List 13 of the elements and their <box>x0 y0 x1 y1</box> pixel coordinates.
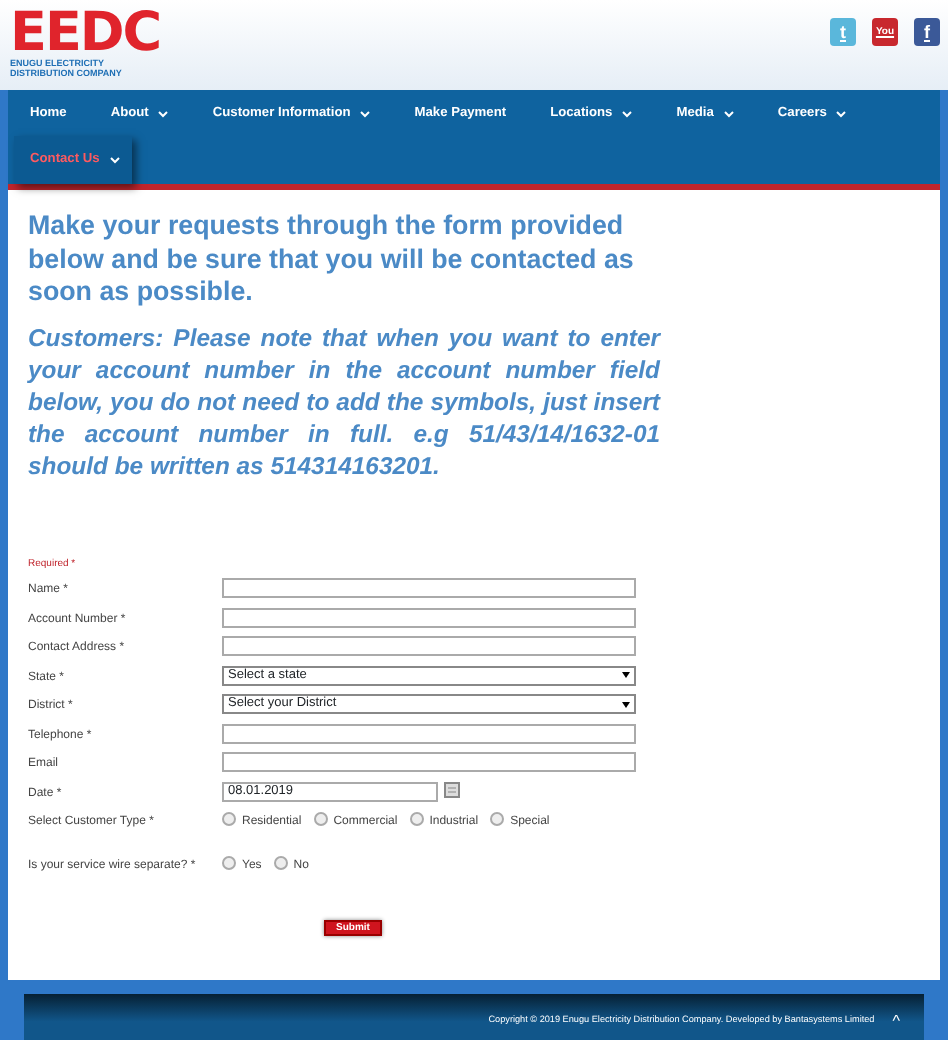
input-field[interactable] <box>222 752 636 772</box>
notice-text: Customers: Please note that when you want to enter your account number in the account number field below, you do not need to add the symbols, just insert the account number in full. e.g 51/43/14/1632-01 should be written as 514314163201. <box>28 321 660 481</box>
dropdown-arrow-icon <box>622 672 630 678</box>
input-field[interactable] <box>222 723 636 743</box>
input-field[interactable] <box>222 607 636 627</box>
intro-text: Make your requests through the form provided below and be sure that you will be contacted as soon as possible. <box>28 210 636 309</box>
calendar-icon[interactable] <box>444 781 460 797</box>
input-field[interactable] <box>222 636 636 656</box>
social-link[interactable]: f <box>914 18 940 46</box>
dropdown-arrow-icon <box>622 701 630 707</box>
back-to-top-link[interactable]: ^ <box>892 1013 900 1029</box>
input-field[interactable] <box>222 578 636 598</box>
logo-title: EEDC <box>10 10 161 58</box>
